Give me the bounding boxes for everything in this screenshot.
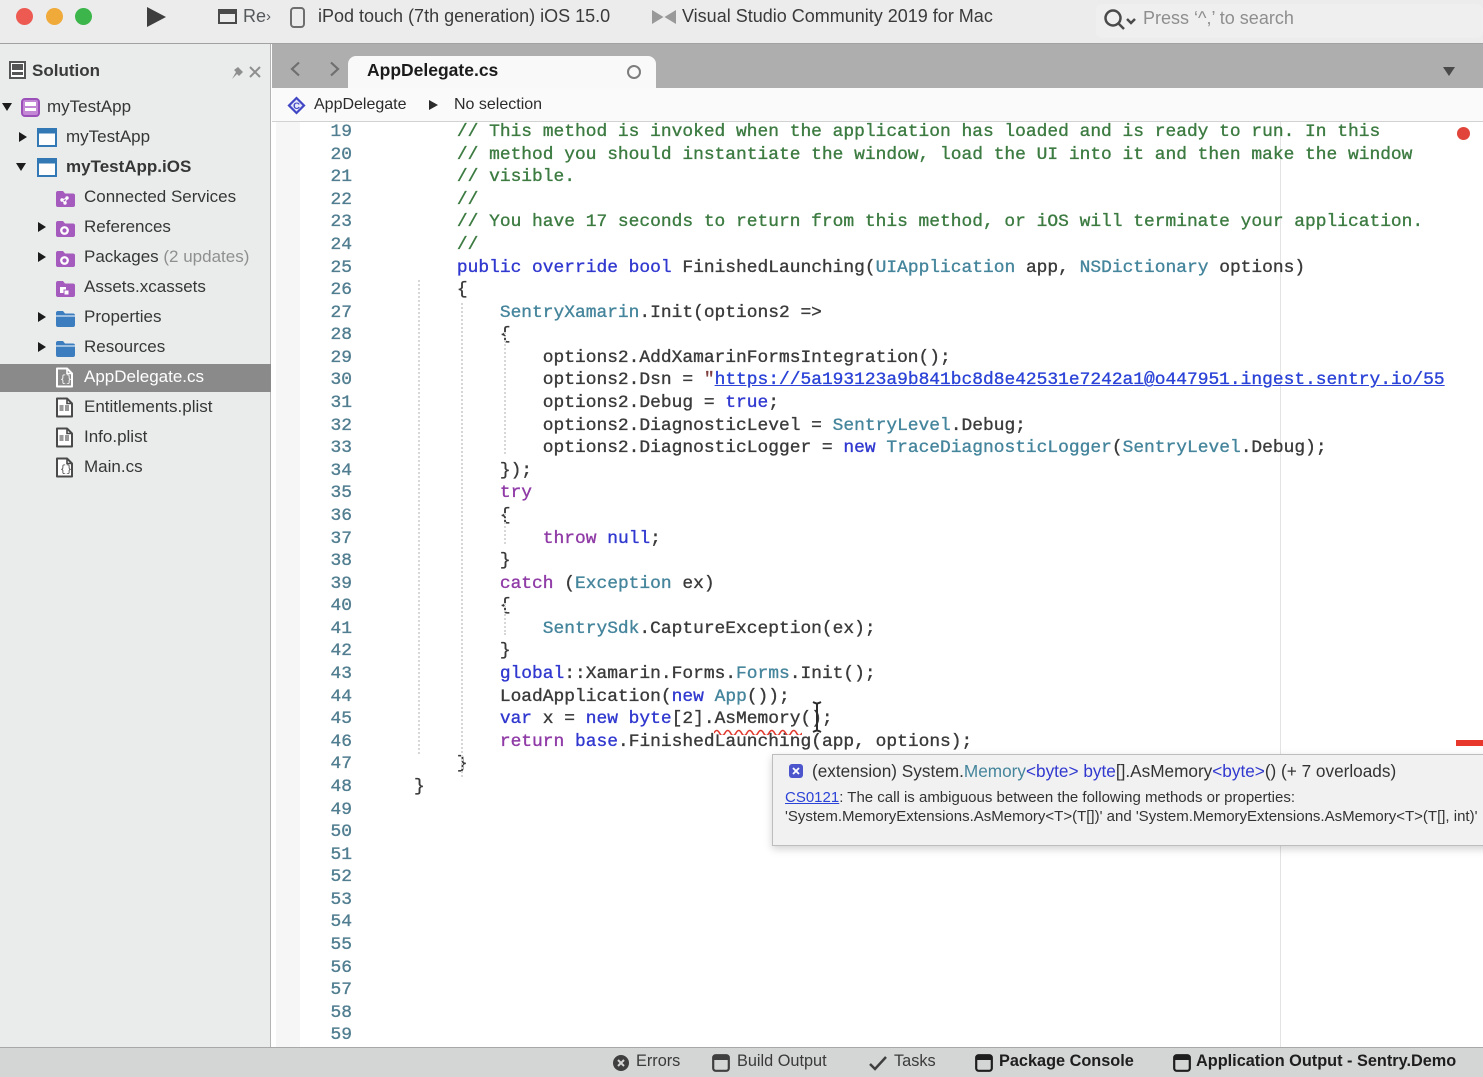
svg-text:{}: {} bbox=[60, 464, 72, 476]
svg-text:{}: {} bbox=[60, 374, 72, 386]
svg-text:C: C bbox=[293, 101, 300, 112]
